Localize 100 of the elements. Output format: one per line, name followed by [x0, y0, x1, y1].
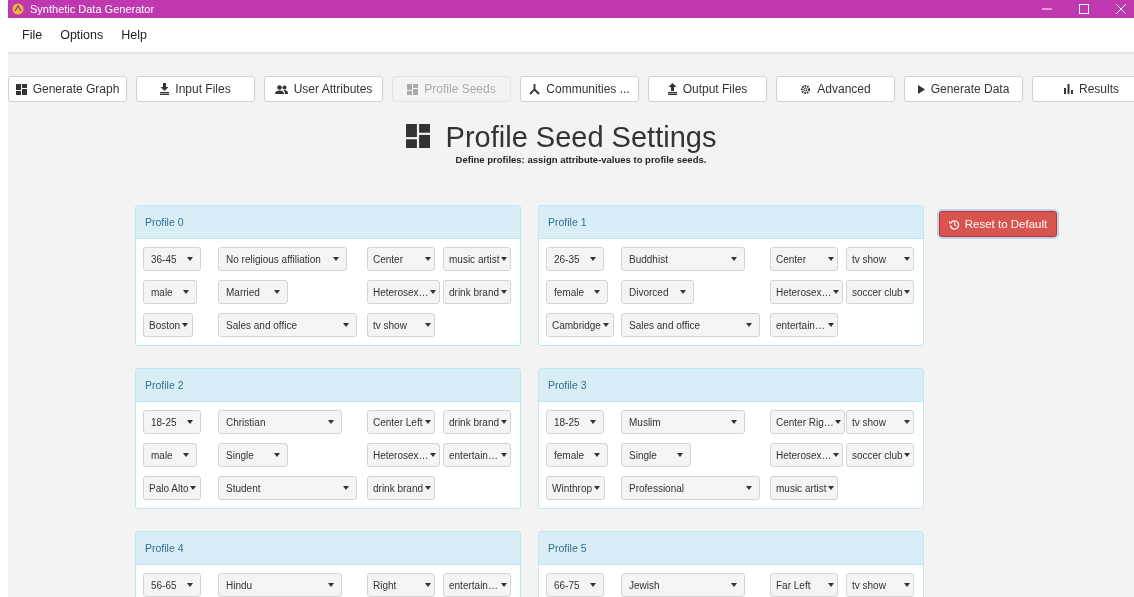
menu-item[interactable]: File — [22, 28, 43, 42]
caret-icon — [425, 420, 431, 424]
dropdown[interactable]: 56-65 — [143, 573, 201, 597]
toolbar-button[interactable]: Generate Data — [904, 76, 1023, 102]
dropdown[interactable]: Heterosex… — [367, 280, 440, 304]
dropdown[interactable]: tv show — [846, 410, 914, 434]
dropdown[interactable]: Sales and office — [621, 313, 760, 337]
dropdown[interactable]: tv show — [846, 247, 914, 271]
toolbar-button[interactable]: Advanced — [776, 76, 895, 102]
toolbar-button[interactable]: User Attributes — [264, 76, 383, 102]
dropdown[interactable]: Center Rig… — [770, 410, 845, 434]
dropdown[interactable]: music artist — [443, 247, 511, 271]
dropdown[interactable]: Heterosex… — [770, 443, 843, 467]
dropdown[interactable]: female — [546, 443, 608, 467]
caret-icon — [429, 453, 436, 457]
maximize-icon[interactable] — [1079, 4, 1089, 14]
dropdown[interactable]: Right — [367, 573, 435, 597]
dropdown[interactable]: 66-75 — [546, 573, 604, 597]
dropdown[interactable]: entertain… — [770, 313, 838, 337]
dropdown[interactable]: Muslim — [621, 410, 745, 434]
caret-icon — [602, 323, 609, 327]
caret-icon — [182, 290, 189, 294]
dropdown[interactable]: Hindu — [218, 573, 342, 597]
dropdown[interactable]: Student — [218, 476, 357, 500]
toolbar-button[interactable]: Communities ... — [520, 76, 639, 102]
dropdown[interactable]: 18-25 — [143, 410, 201, 434]
dropdown[interactable]: Center Left — [367, 410, 435, 434]
toolbar-button[interactable]: Output Files — [648, 76, 767, 102]
caret-icon — [501, 583, 507, 587]
dropdown[interactable]: Divorced — [621, 280, 695, 304]
bar-chart-icon — [1064, 84, 1073, 94]
caret-icon — [594, 290, 600, 294]
dropdown[interactable]: 18-25 — [546, 410, 604, 434]
caret-icon — [731, 420, 737, 424]
dropdown[interactable]: Boston — [143, 313, 194, 337]
menu-item[interactable]: Options — [60, 28, 104, 42]
caret-icon — [828, 323, 834, 327]
caret-icon — [501, 420, 507, 424]
caret-icon — [190, 486, 197, 490]
dropdown[interactable]: Heterosex… — [770, 280, 843, 304]
caret-icon — [677, 453, 683, 457]
caret-icon — [332, 257, 339, 261]
dropdown[interactable]: Palo Alto — [143, 476, 202, 500]
dropdown[interactable]: Center — [367, 247, 435, 271]
caret-icon — [589, 583, 596, 587]
menu-item[interactable]: Help — [121, 28, 147, 42]
profile-title: Profile 5 — [548, 542, 587, 554]
dropdown[interactable]: drink brand — [443, 410, 511, 434]
caret-icon — [680, 290, 687, 294]
reset-button[interactable]: Reset to Default — [939, 211, 1057, 237]
dropdown[interactable]: 36-45 — [143, 247, 201, 271]
close-icon[interactable] — [1116, 4, 1126, 14]
dropdown[interactable]: Professional — [621, 476, 760, 500]
toolbar-button[interactable]: Generate Graph — [8, 76, 127, 102]
dropdown[interactable]: soccer club — [846, 443, 914, 467]
caret-icon — [832, 290, 839, 294]
caret-icon — [904, 453, 910, 457]
grid-icon — [15, 83, 27, 95]
dropdown[interactable]: Christian — [218, 410, 342, 434]
dropdown[interactable]: soccer club — [846, 280, 914, 304]
dropdown[interactable]: 26-35 — [546, 247, 604, 271]
dropdown[interactable]: male — [143, 443, 197, 467]
caret-icon — [501, 453, 507, 457]
dropdown[interactable]: Far Left — [770, 573, 838, 597]
caret-icon — [343, 323, 349, 327]
dropdown[interactable]: Jewish — [621, 573, 745, 597]
dropdown[interactable]: Married — [218, 280, 288, 304]
dropdown[interactable]: music artist — [770, 476, 838, 500]
caret-icon — [904, 420, 910, 424]
dropdown[interactable]: entertain… — [443, 573, 511, 597]
caret-icon — [746, 323, 752, 327]
caret-icon — [328, 583, 334, 587]
toolbar-button[interactable]: Input Files — [136, 76, 255, 102]
dropdown[interactable]: drink brand — [367, 476, 435, 500]
dropdown[interactable]: Single — [621, 443, 691, 467]
dropdown[interactable]: Winthrop — [546, 476, 605, 500]
toolbar-button[interactable]: Results — [1032, 76, 1134, 102]
dropdown[interactable]: No religious affiliation — [218, 247, 347, 271]
users-icon — [274, 84, 288, 94]
dropdown[interactable]: Sales and office — [218, 313, 357, 337]
dropdown[interactable]: Single — [218, 443, 288, 467]
dropdown[interactable]: entertain… — [443, 443, 511, 467]
caret-icon — [182, 453, 189, 457]
dropdown[interactable]: Center — [770, 247, 838, 271]
dropdown[interactable]: Buddhist — [621, 247, 745, 271]
caret-icon — [182, 323, 189, 327]
dropdown[interactable]: Heterosex… — [367, 443, 440, 467]
dropdown[interactable]: Cambridge — [546, 313, 614, 337]
profile-title: Profile 1 — [548, 216, 587, 228]
caret-icon — [186, 583, 193, 587]
caret-icon — [274, 453, 280, 457]
page-subtitle: Define profiles: assign attribute-values to profile seeds. — [455, 154, 707, 165]
dropdown[interactable]: female — [546, 280, 608, 304]
profile-title: Profile 0 — [145, 216, 184, 228]
dropdown[interactable]: male — [143, 280, 197, 304]
profile-title: Profile 4 — [145, 542, 184, 554]
dropdown[interactable]: tv show — [367, 313, 435, 337]
caret-icon — [904, 290, 910, 294]
dropdown[interactable]: drink brand — [443, 280, 511, 304]
dropdown[interactable]: tv show — [846, 573, 914, 597]
